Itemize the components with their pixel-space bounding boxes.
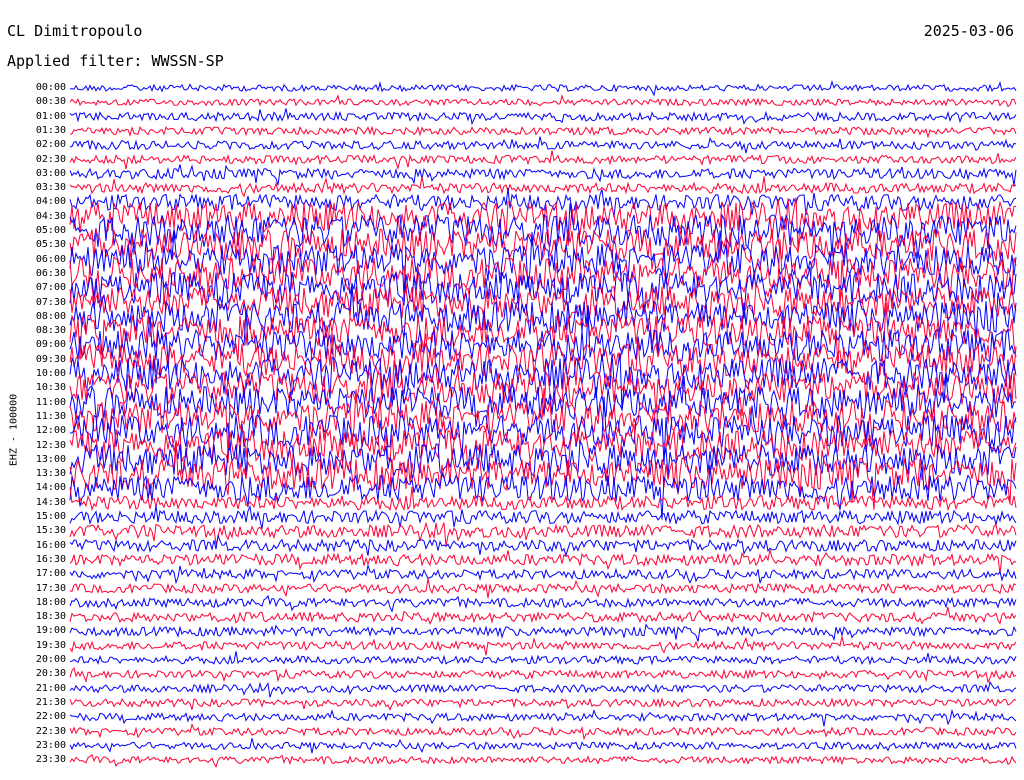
trace-line — [69, 753, 1017, 769]
trace-line — [69, 108, 1017, 126]
trace-line — [69, 636, 1017, 656]
trace-line — [69, 176, 1017, 198]
trace-line — [69, 708, 1017, 727]
trace-line — [69, 606, 1017, 625]
trace-line — [69, 738, 1017, 754]
trace-line — [69, 680, 1017, 698]
trace-line — [69, 651, 1017, 666]
helicorder-plot: CL Dimitropoulo Applied filter: WWSSN-SP… — [0, 0, 1024, 780]
trace-line — [69, 722, 1017, 741]
trace-line — [69, 623, 1017, 642]
trace-line — [69, 164, 1017, 186]
seismogram-traces — [69, 80, 1017, 769]
trace-line — [69, 150, 1017, 171]
trace-line — [69, 697, 1017, 711]
trace-line — [69, 437, 1017, 482]
trace-line — [69, 666, 1017, 684]
trace-line — [69, 94, 1017, 108]
trace-line — [69, 125, 1017, 139]
trace-line — [69, 533, 1017, 558]
trace-line — [69, 136, 1017, 154]
trace-line — [69, 80, 1017, 97]
trace-line — [69, 563, 1017, 585]
trace-line — [69, 578, 1017, 599]
trace-line — [69, 594, 1017, 613]
trace-line — [69, 464, 1017, 520]
